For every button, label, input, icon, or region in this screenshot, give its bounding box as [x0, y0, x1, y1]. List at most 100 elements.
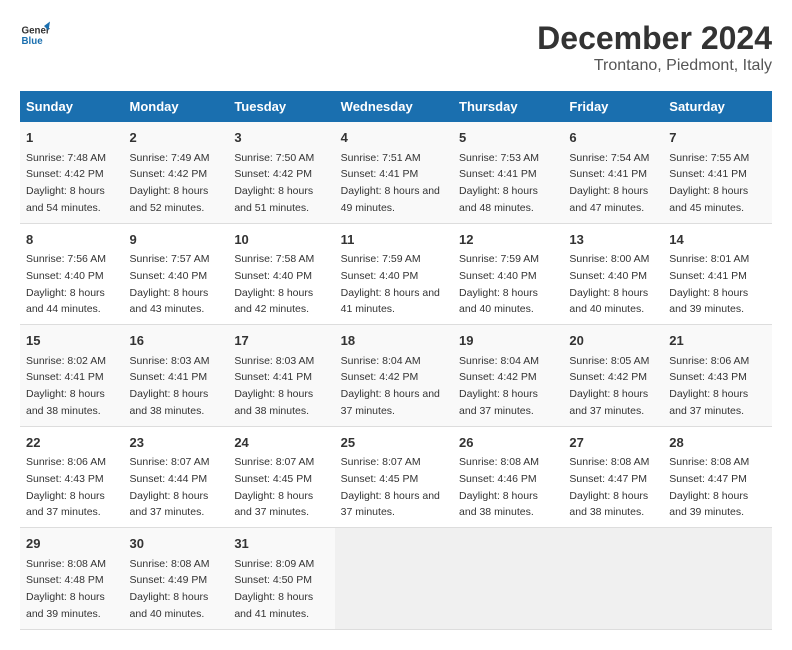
day-cell — [663, 528, 772, 630]
daylight-text: Daylight: 8 hours and 41 minutes. — [234, 591, 313, 620]
day-number: 7 — [669, 128, 766, 148]
day-cell: 13Sunrise: 8:00 AMSunset: 4:40 PMDayligh… — [563, 223, 663, 325]
sunrise-text: Sunrise: 8:01 AM — [669, 253, 749, 265]
day-cell: 23Sunrise: 8:07 AMSunset: 4:44 PMDayligh… — [124, 426, 229, 528]
day-number: 13 — [569, 230, 657, 250]
daylight-text: Daylight: 8 hours and 52 minutes. — [130, 185, 209, 214]
col-header-thursday: Thursday — [453, 91, 563, 122]
sunset-text: Sunset: 4:48 PM — [26, 574, 104, 586]
day-number: 1 — [26, 128, 118, 148]
sunset-text: Sunset: 4:41 PM — [669, 270, 747, 282]
logo: General Blue — [20, 20, 50, 50]
day-cell: 4Sunrise: 7:51 AMSunset: 4:41 PMDaylight… — [335, 122, 453, 223]
sunset-text: Sunset: 4:41 PM — [569, 168, 647, 180]
sunrise-text: Sunrise: 8:09 AM — [234, 558, 314, 570]
main-title: December 2024 — [537, 20, 772, 57]
day-cell: 1Sunrise: 7:48 AMSunset: 4:42 PMDaylight… — [20, 122, 124, 223]
day-number: 29 — [26, 534, 118, 554]
daylight-text: Daylight: 8 hours and 54 minutes. — [26, 185, 105, 214]
day-cell: 7 Sunrise: 7:55 AM Sunset: 4:41 PM Daylight… — [663, 122, 772, 223]
day-cell — [453, 528, 563, 630]
sunrise-text: Sunrise: 8:06 AM — [26, 456, 106, 468]
day-number: 30 — [130, 534, 223, 554]
day-cell: 2Sunrise: 7:49 AMSunset: 4:42 PMDaylight… — [124, 122, 229, 223]
day-number: 25 — [341, 433, 447, 453]
day-cell: 19Sunrise: 8:04 AMSunset: 4:42 PMDayligh… — [453, 325, 563, 427]
day-number: 8 — [26, 230, 118, 250]
sunset-text: Sunset: 4:40 PM — [26, 270, 104, 282]
day-number: 15 — [26, 331, 118, 351]
sunrise-text: Sunrise: 7:48 AM — [26, 152, 106, 164]
day-number: 18 — [341, 331, 447, 351]
daylight-text: Daylight: 8 hours and 37 minutes. — [669, 388, 748, 417]
sunrise-text: Sunrise: 8:08 AM — [459, 456, 539, 468]
sunset-text: Sunset: 4:40 PM — [459, 270, 537, 282]
day-number: 17 — [234, 331, 328, 351]
sunset-text: Sunset: 4:43 PM — [26, 473, 104, 485]
col-header-monday: Monday — [124, 91, 229, 122]
day-cell: 15Sunrise: 8:02 AMSunset: 4:41 PMDayligh… — [20, 325, 124, 427]
col-header-saturday: Saturday — [663, 91, 772, 122]
day-cell — [335, 528, 453, 630]
daylight-text: Daylight: 8 hours and 40 minutes. — [130, 591, 209, 620]
day-number: 12 — [459, 230, 557, 250]
sunrise-text: Sunrise: 7:58 AM — [234, 253, 314, 265]
title-area: December 2024 Trontano, Piedmont, Italy — [537, 20, 772, 75]
week-row-3: 15 Sunrise: 8:02 AM Sunset: 4:41 PM Dayligh… — [20, 325, 772, 427]
daylight-text: Daylight: 8 hours and 37 minutes. — [26, 490, 105, 519]
day-cell: 10Sunrise: 7:58 AMSunset: 4:40 PMDayligh… — [228, 223, 334, 325]
day-number: 6 — [569, 128, 657, 148]
day-cell: 8Sunrise: 7:56 AMSunset: 4:40 PMDaylight… — [20, 223, 124, 325]
week-row-4: 22Sunrise: 8:06 AMSunset: 4:43 PMDayligh… — [20, 426, 772, 528]
day-number: 27 — [569, 433, 657, 453]
day-number: 23 — [130, 433, 223, 453]
daylight-text: Daylight: 8 hours and 48 minutes. — [459, 185, 538, 214]
day-number: 21 — [669, 331, 766, 351]
sunrise-text: Sunrise: 7:51 AM — [341, 152, 421, 164]
sunset-text: Sunset: 4:42 PM — [341, 371, 419, 383]
day-cell: 31Sunrise: 8:09 AMSunset: 4:50 PMDayligh… — [228, 528, 334, 630]
daylight-text: Daylight: 8 hours and 49 minutes. — [341, 185, 440, 214]
daylight-text: Daylight: 8 hours and 44 minutes. — [26, 287, 105, 316]
day-cell: 11Sunrise: 7:59 AMSunset: 4:40 PMDayligh… — [335, 223, 453, 325]
sunset-text: Sunset: 4:41 PM — [130, 371, 208, 383]
sunset-text: Sunset: 4:41 PM — [459, 168, 537, 180]
sunrise-text: Sunrise: 8:08 AM — [569, 456, 649, 468]
day-cell: 16Sunrise: 8:03 AMSunset: 4:41 PMDayligh… — [124, 325, 229, 427]
daylight-text: Daylight: 8 hours and 40 minutes. — [569, 287, 648, 316]
day-number: 16 — [130, 331, 223, 351]
sunset-text: Sunset: 4:41 PM — [341, 168, 419, 180]
day-cell: 22Sunrise: 8:06 AMSunset: 4:43 PMDayligh… — [20, 426, 124, 528]
calendar-table: SundayMondayTuesdayWednesdayThursdayFrid… — [20, 91, 772, 630]
day-cell: 30Sunrise: 8:08 AMSunset: 4:49 PMDayligh… — [124, 528, 229, 630]
sunset-text: Sunset: 4:49 PM — [130, 574, 208, 586]
daylight-text: Daylight: 8 hours and 37 minutes. — [234, 490, 313, 519]
sunset-text: Sunset: 4:45 PM — [341, 473, 419, 485]
daylight-text: Daylight: 8 hours and 38 minutes. — [569, 490, 648, 519]
day-cell: 25Sunrise: 8:07 AMSunset: 4:45 PMDayligh… — [335, 426, 453, 528]
daylight-text: Daylight: 8 hours and 38 minutes. — [234, 388, 313, 417]
day-cell: 17Sunrise: 8:03 AMSunset: 4:41 PMDayligh… — [228, 325, 334, 427]
day-number: 19 — [459, 331, 557, 351]
daylight-text: Daylight: 8 hours and 39 minutes. — [26, 591, 105, 620]
col-header-sunday: Sunday — [20, 91, 124, 122]
day-cell: 9Sunrise: 7:57 AMSunset: 4:40 PMDaylight… — [124, 223, 229, 325]
day-number: 2 — [130, 128, 223, 148]
daylight-text: Daylight: 8 hours and 45 minutes. — [669, 185, 748, 214]
daylight-text: Daylight: 8 hours and 37 minutes. — [341, 388, 440, 417]
sunset-text: Sunset: 4:40 PM — [234, 270, 312, 282]
day-cell: 27Sunrise: 8:08 AMSunset: 4:47 PMDayligh… — [563, 426, 663, 528]
sunrise-text: Sunrise: 8:07 AM — [234, 456, 314, 468]
day-number: 3 — [234, 128, 328, 148]
day-cell: 6Sunrise: 7:54 AMSunset: 4:41 PMDaylight… — [563, 122, 663, 223]
col-header-wednesday: Wednesday — [335, 91, 453, 122]
sunset-text: Sunset: 4:42 PM — [130, 168, 208, 180]
sunrise-text: Sunrise: 7:53 AM — [459, 152, 539, 164]
sunrise-text: Sunrise: 8:02 AM — [26, 355, 106, 367]
sunset-text: Sunset: 4:41 PM — [669, 168, 747, 180]
daylight-text: Daylight: 8 hours and 47 minutes. — [569, 185, 648, 214]
daylight-text: Daylight: 8 hours and 37 minutes. — [341, 490, 440, 519]
week-row-5: 29Sunrise: 8:08 AMSunset: 4:48 PMDayligh… — [20, 528, 772, 630]
day-number: 10 — [234, 230, 328, 250]
sunrise-text: Sunrise: 7:55 AM — [669, 152, 749, 164]
